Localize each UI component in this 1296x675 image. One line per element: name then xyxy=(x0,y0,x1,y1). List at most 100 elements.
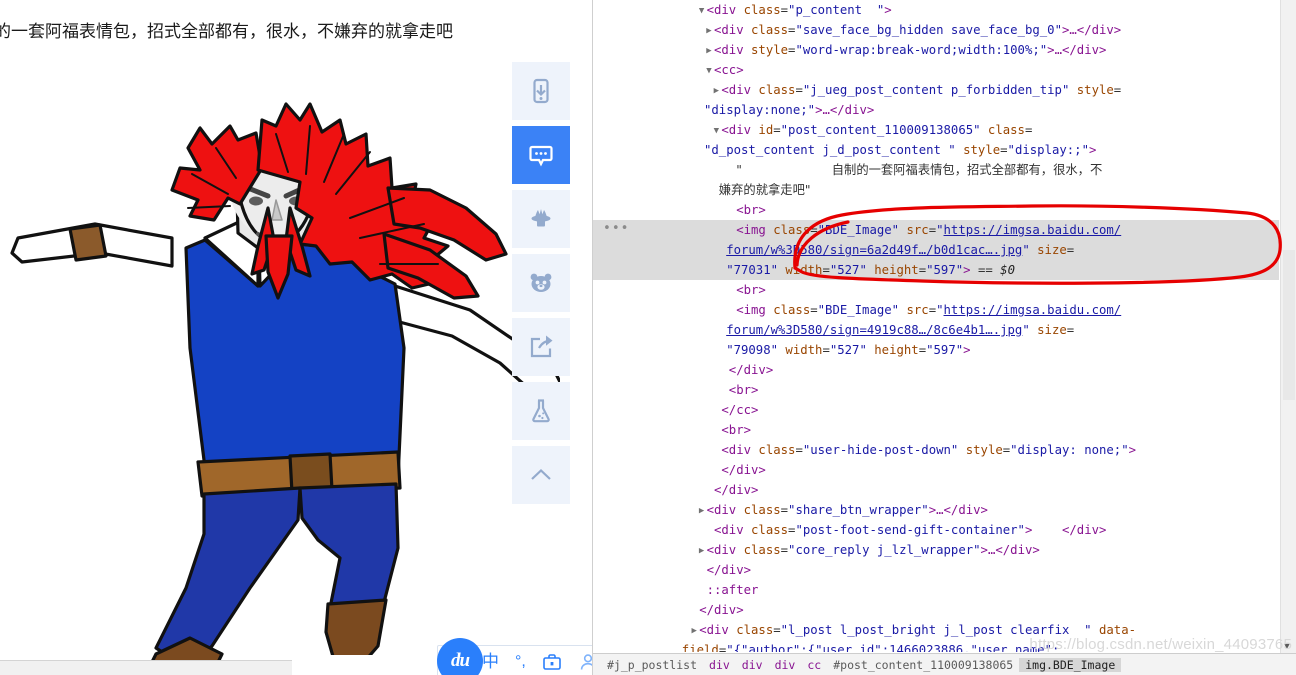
dom-node[interactable]: <div class="save_face_bg_hidden save_fac… xyxy=(593,20,1279,40)
node-ellipsis-badge[interactable]: ••• xyxy=(603,222,629,235)
token: = xyxy=(780,503,789,517)
token: </div> xyxy=(728,363,774,377)
dom-node[interactable]: <div id="post_content_110009138065" clas… xyxy=(593,120,1279,160)
dom-node[interactable]: </div> xyxy=(593,600,1279,620)
dom-node[interactable]: <div style="word-wrap:break-word;width:1… xyxy=(593,40,1279,60)
attribute-name: height xyxy=(866,343,919,357)
dom-node[interactable]: <div class="user-hide-post-down" style="… xyxy=(593,440,1279,460)
attribute-value: "display:none;" xyxy=(704,103,816,117)
dom-node[interactable]: <br> xyxy=(593,200,1279,220)
dom-node[interactable]: <br> xyxy=(593,420,1279,440)
magic-hat-icon-button[interactable] xyxy=(512,190,570,248)
token: </cc> xyxy=(721,403,759,417)
dom-node[interactable]: <div class="core_reply j_lzl_wrapper">…<… xyxy=(593,540,1279,560)
attribute-value: "core_reply j_lzl_wrapper" xyxy=(788,543,981,557)
dom-line: </div> xyxy=(593,460,1279,480)
token: </div> xyxy=(721,463,766,477)
attribute-link[interactable]: https://imgsa.baidu.com/ xyxy=(944,223,1122,237)
dom-line: <div id="post_content_110009138065" clas… xyxy=(593,120,1279,140)
disclosure-triangle-icon[interactable] xyxy=(711,81,721,101)
disclosure-triangle-icon[interactable] xyxy=(697,501,707,521)
dom-line: <div class="share_btn_wrapper">…</div> xyxy=(593,500,1279,520)
breadcrumb-item[interactable]: img.BDE_Image xyxy=(1019,657,1122,672)
attribute-value: " xyxy=(1022,243,1030,257)
breadcrumb[interactable]: #j_p_postlist div div div cc #post_content_11… xyxy=(593,653,1296,675)
devtools-scrollbar[interactable] xyxy=(1280,0,1296,653)
watermark-text: https://blog.csdn.net/weixin_44093765 xyxy=(1029,636,1292,653)
attribute-name: height xyxy=(866,263,919,277)
tag-name: div xyxy=(721,523,744,537)
mobile-download-icon-button[interactable] xyxy=(512,62,570,120)
text-node: " 自制的一套阿福表情包，招式全部都有，很水，不 xyxy=(736,163,1103,177)
breadcrumb-item[interactable]: #j_p_postlist xyxy=(601,658,703,672)
token: > xyxy=(963,263,971,277)
token: = xyxy=(928,223,937,237)
attribute-link[interactable]: forum/w%3D580/sign=6a2d49f…/b0d1cac….jpg xyxy=(726,243,1022,257)
scroll-top-icon-button[interactable] xyxy=(512,446,570,504)
attribute-value: "user-hide-post-down" xyxy=(802,443,959,457)
dom-line: " 自制的一套阿福表情包，招式全部都有，很水，不 xyxy=(593,160,1279,180)
dom-node[interactable]: </div> xyxy=(593,460,1279,480)
token: <br> xyxy=(736,283,766,297)
breadcrumb-item[interactable]: div xyxy=(736,658,769,672)
token: = xyxy=(1066,243,1075,257)
dom-node[interactable]: <div class="post-foot-send-gift-containe… xyxy=(593,520,1279,540)
breadcrumb-item[interactable]: div xyxy=(769,658,802,672)
dom-node[interactable]: </cc> xyxy=(593,400,1279,420)
disclosure-triangle-icon[interactable] xyxy=(697,541,707,561)
dom-node[interactable]: " 自制的一套阿福表情包，招式全部都有，很水，不 嫌弃的就拿走吧" xyxy=(593,160,1279,200)
dom-node[interactable]: <div class="j_ueg_post_content p_forbidd… xyxy=(593,80,1279,120)
comment-icon-button[interactable] xyxy=(512,126,570,184)
dom-node[interactable]: <cc> xyxy=(593,60,1279,80)
attribute-link[interactable]: https://imgsa.baidu.com/ xyxy=(944,303,1122,317)
dom-node-selected[interactable]: ••• <img class="BDE_Image" src="https://i… xyxy=(593,220,1279,280)
dom-node[interactable]: </div> xyxy=(593,480,1279,500)
attribute-link[interactable]: forum/w%3D580/sign=4919c88…/8c6e4b1….jpg xyxy=(726,323,1022,337)
dom-node[interactable]: <br> xyxy=(593,380,1279,400)
dom-line: <div style="word-wrap:break-word;width:1… xyxy=(593,40,1279,60)
attribute-name: width xyxy=(778,343,823,357)
disclosure-triangle-icon[interactable] xyxy=(697,1,707,21)
dom-node[interactable]: </div> xyxy=(593,360,1279,380)
attribute-value: "post-foot-send-gift-container" xyxy=(795,523,1025,537)
disclosure-triangle-icon[interactable] xyxy=(704,41,714,61)
dom-line: </cc> xyxy=(593,400,1279,420)
dom-line: </div> xyxy=(593,360,1279,380)
dom-node[interactable]: <div class="share_btn_wrapper">…</div> xyxy=(593,500,1279,520)
share-icon-button[interactable] xyxy=(512,318,570,376)
bear-face-icon-button[interactable] xyxy=(512,254,570,312)
breadcrumb-item[interactable]: #post_content_110009138065 xyxy=(827,658,1019,672)
ime-toolbox-icon[interactable] xyxy=(542,652,562,672)
flask-icon-button[interactable] xyxy=(512,382,570,440)
token: < xyxy=(706,503,714,517)
token: >…</div> xyxy=(1061,23,1122,37)
disclosure-triangle-icon[interactable] xyxy=(704,21,714,41)
attribute-name: style xyxy=(958,443,1003,457)
dom-node[interactable]: <img class="BDE_Image" src="https://imgs… xyxy=(593,300,1279,360)
ime-account-icon[interactable] xyxy=(578,652,592,672)
ime-language-toggle[interactable]: 中 xyxy=(482,653,499,671)
dom-node[interactable]: </div> xyxy=(593,560,1279,580)
attribute-value: "post_content_110009138065" xyxy=(780,123,981,137)
breadcrumb-item[interactable]: cc xyxy=(801,658,827,672)
scrollbar-thumb[interactable] xyxy=(1283,250,1295,400)
attribute-name: src xyxy=(899,303,929,317)
attribute-value: "BDE_Image" xyxy=(817,303,900,317)
breadcrumb-item[interactable]: div xyxy=(703,658,736,672)
dom-line: <br> xyxy=(593,380,1279,400)
attribute-value: "word-wrap:break-word;width:100%;" xyxy=(795,43,1048,57)
token: = xyxy=(810,303,818,317)
dom-node[interactable]: <div class="p_content "> xyxy=(593,0,1279,20)
tag-name: img xyxy=(743,223,766,237)
attribute-value: "{"author":{"user_id":1466023886,"user_n… xyxy=(726,643,1060,652)
token: > xyxy=(963,343,971,357)
dom-node[interactable]: ::after xyxy=(593,580,1279,600)
disclosure-triangle-icon[interactable] xyxy=(704,61,714,81)
token: >…</div> xyxy=(928,503,988,517)
attribute-name: src xyxy=(899,223,929,237)
dom-node[interactable]: <br> xyxy=(593,280,1279,300)
ime-punctuation-toggle[interactable]: °, xyxy=(515,654,526,670)
disclosure-triangle-icon[interactable] xyxy=(689,621,699,641)
dom-tree[interactable]: <div class="p_content "><div class="save… xyxy=(593,0,1279,652)
disclosure-triangle-icon[interactable] xyxy=(711,121,721,141)
